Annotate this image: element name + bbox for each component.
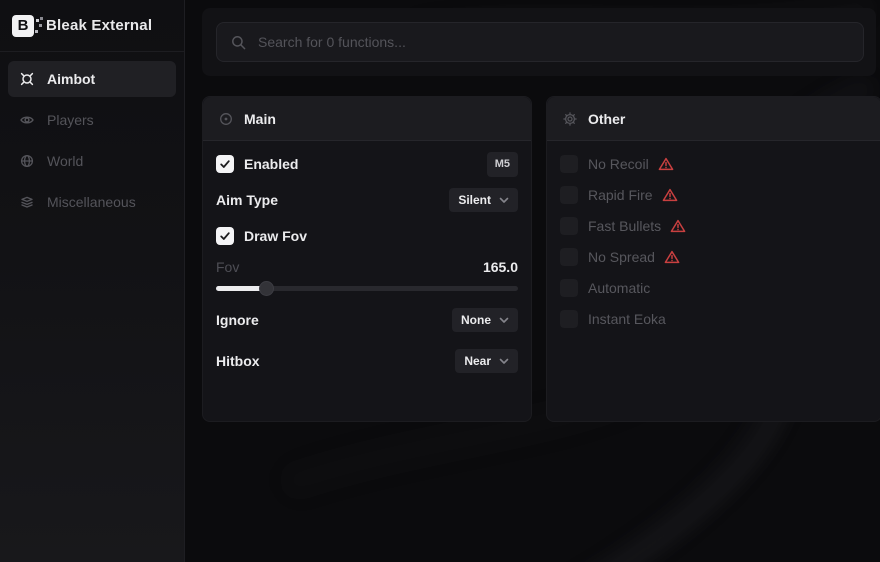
fov-row: Fov 165.0: [216, 256, 518, 278]
app-window: B Bleak External Aimbot: [0, 0, 880, 562]
aim-type-value: Silent: [458, 193, 491, 207]
toggle-row-no-spread: No Spread: [560, 244, 868, 270]
fast-bullets-label: Fast Bullets: [588, 218, 661, 234]
fov-value: 165.0: [483, 259, 518, 275]
gear-icon: [563, 112, 577, 126]
sidebar: B Bleak External Aimbot: [0, 0, 185, 562]
layers-icon: [20, 195, 34, 209]
hitbox-dropdown[interactable]: Near: [455, 349, 518, 373]
search-icon: [231, 35, 246, 50]
sidebar-item-players[interactable]: Players: [8, 102, 176, 138]
draw-fov-checkbox[interactable]: [216, 227, 234, 245]
crosshair-icon: [20, 72, 34, 86]
automatic-label: Automatic: [588, 280, 650, 296]
app-logo: B: [12, 15, 34, 37]
logo-glitch-pixels: [36, 19, 39, 22]
no-spread-checkbox[interactable]: [560, 248, 578, 266]
main-content: Search for 0 functions... Main Enabled: [185, 0, 880, 562]
sidebar-header: B Bleak External: [0, 0, 184, 52]
draw-fov-row: Draw Fov: [216, 223, 518, 249]
check-icon: [219, 158, 231, 170]
warning-icon: [664, 250, 680, 264]
target-icon: [219, 112, 233, 126]
enabled-row: Enabled M5: [216, 151, 518, 177]
ignore-row: Ignore None: [216, 308, 518, 332]
sidebar-item-label: Aimbot: [47, 71, 95, 87]
ignore-dropdown[interactable]: None: [452, 308, 518, 332]
search-placeholder: Search for 0 functions...: [258, 34, 406, 50]
panel-other-body: No Recoil Rapid Fire Fast Bullets: [547, 151, 880, 332]
hitbox-label: Hitbox: [216, 353, 260, 369]
ignore-value: None: [461, 313, 491, 327]
chevron-down-icon: [499, 317, 509, 324]
keybind-button[interactable]: M5: [487, 152, 518, 177]
warning-icon: [670, 219, 686, 233]
toggle-row-rapid-fire: Rapid Fire: [560, 182, 868, 208]
no-recoil-label: No Recoil: [588, 156, 649, 172]
panel-other: Other No Recoil Rapid Fire: [546, 96, 880, 422]
panel-main-body: Enabled M5 Aim Type Silent: [203, 151, 531, 373]
draw-fov-label: Draw Fov: [244, 228, 307, 244]
rapid-fire-checkbox[interactable]: [560, 186, 578, 204]
hitbox-value: Near: [464, 354, 491, 368]
fov-label: Fov: [216, 259, 239, 275]
toggle-row-fast-bullets: Fast Bullets: [560, 213, 868, 239]
instant-eoka-checkbox[interactable]: [560, 310, 578, 328]
aim-type-label: Aim Type: [216, 192, 278, 208]
app-title: Bleak External: [46, 17, 152, 34]
enabled-checkbox[interactable]: [216, 155, 234, 173]
search-input[interactable]: Search for 0 functions...: [216, 22, 864, 62]
sidebar-item-label: World: [47, 153, 83, 169]
warning-icon: [662, 188, 678, 202]
sidebar-item-aimbot[interactable]: Aimbot: [8, 61, 176, 97]
sidebar-item-label: Miscellaneous: [47, 194, 136, 210]
aim-type-dropdown[interactable]: Silent: [449, 188, 518, 212]
panel-other-title: Other: [588, 111, 625, 127]
instant-eoka-label: Instant Eoka: [588, 311, 666, 327]
ignore-label: Ignore: [216, 312, 259, 328]
sidebar-item-label: Players: [47, 112, 94, 128]
hitbox-row: Hitbox Near: [216, 349, 518, 373]
logo-letter: B: [18, 17, 29, 34]
no-spread-label: No Spread: [588, 249, 655, 265]
search-panel: Search for 0 functions...: [202, 8, 876, 76]
enabled-label: Enabled: [244, 156, 298, 172]
fast-bullets-checkbox[interactable]: [560, 217, 578, 235]
panel-main: Main Enabled M5 Aim Type Silent: [202, 96, 532, 422]
panel-other-header: Other: [547, 97, 880, 141]
sidebar-item-world[interactable]: World: [8, 143, 176, 179]
panel-main-header: Main: [203, 97, 531, 141]
sidebar-item-miscellaneous[interactable]: Miscellaneous: [8, 184, 176, 220]
warning-icon: [658, 157, 674, 171]
toggle-row-no-recoil: No Recoil: [560, 151, 868, 177]
toggle-row-automatic: Automatic: [560, 275, 868, 301]
no-recoil-checkbox[interactable]: [560, 155, 578, 173]
fov-slider-thumb[interactable]: [259, 281, 274, 296]
check-icon: [219, 230, 231, 242]
chevron-down-icon: [499, 358, 509, 365]
fov-slider[interactable]: [216, 281, 518, 296]
automatic-checkbox[interactable]: [560, 279, 578, 297]
sidebar-nav: Aimbot Players: [0, 52, 184, 234]
panel-main-title: Main: [244, 111, 276, 127]
eye-icon: [20, 113, 34, 127]
globe-icon: [20, 154, 34, 168]
toggle-row-instant-eoka: Instant Eoka: [560, 306, 868, 332]
chevron-down-icon: [499, 197, 509, 204]
aim-type-row: Aim Type Silent: [216, 188, 518, 212]
rapid-fire-label: Rapid Fire: [588, 187, 653, 203]
